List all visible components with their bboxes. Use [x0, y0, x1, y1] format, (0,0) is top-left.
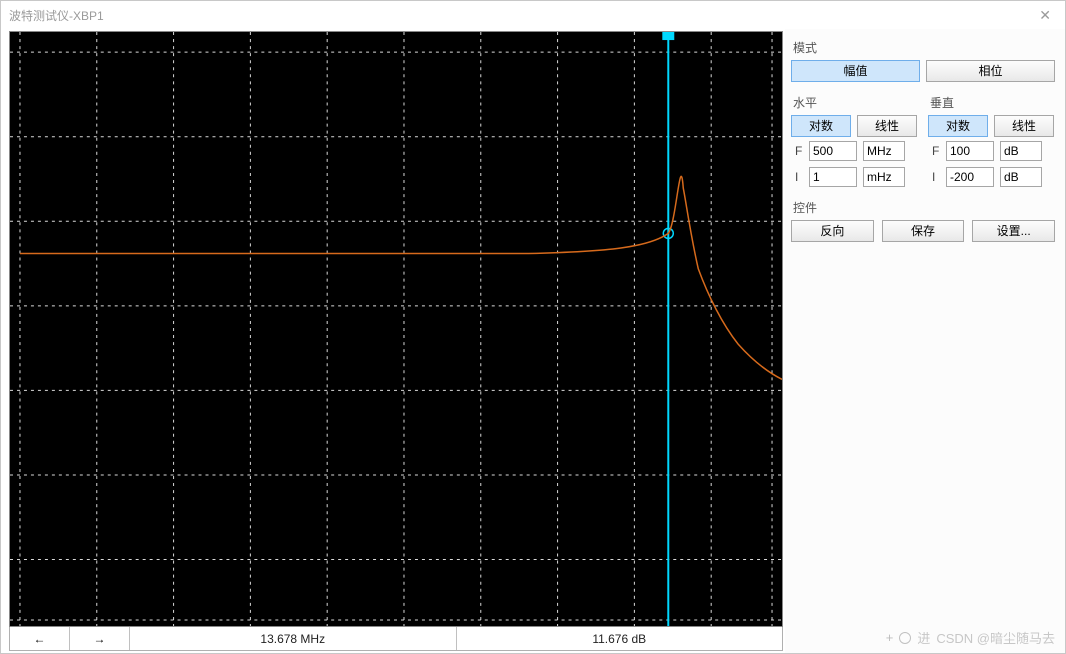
cursor-left-button[interactable]: ←	[10, 627, 70, 650]
h-f-input[interactable]	[809, 141, 857, 161]
v-i-unit[interactable]: dB	[1000, 167, 1042, 187]
mode-magnitude-button[interactable]: 幅值	[791, 60, 920, 82]
h-i-label: I	[793, 165, 805, 189]
window-title: 波特测试仪-XBP1	[9, 7, 104, 24]
content: ← → 13.678 MHz 11.676 dB 模式 幅值 相位 水平 对数 …	[1, 29, 1065, 653]
v-i-label: I	[930, 165, 942, 189]
jin-label: 进	[917, 628, 930, 647]
footer-watermark: + 进 CSDN @暗尘随马去	[886, 628, 1055, 647]
horizontal-table: F MHz I mHz	[791, 137, 909, 191]
plus-icon: +	[886, 630, 894, 645]
left-pane: ← → 13.678 MHz 11.676 dB	[1, 29, 785, 653]
h-f-unit[interactable]: MHz	[863, 141, 905, 161]
h-log-button[interactable]: 对数	[791, 115, 851, 137]
save-button[interactable]: 保存	[882, 220, 965, 242]
h-i-input[interactable]	[809, 167, 857, 187]
right-pane: 模式 幅值 相位 水平 对数 线性 F MHz I	[785, 29, 1065, 653]
plot-area[interactable]	[9, 31, 783, 627]
vertical-table: F dB I dB	[928, 137, 1046, 191]
v-f-input[interactable]	[946, 141, 994, 161]
vertical-label: 垂直	[930, 94, 1055, 111]
controls-label: 控件	[793, 199, 1055, 216]
v-log-button[interactable]: 对数	[928, 115, 988, 137]
horizontal-label: 水平	[793, 94, 918, 111]
horizontal-group: 水平 对数 线性 F MHz I mHz	[791, 90, 918, 191]
cursor-value: 11.676 dB	[457, 627, 783, 650]
v-f-label: F	[930, 139, 942, 163]
h-linear-button[interactable]: 线性	[857, 115, 917, 137]
close-icon[interactable]: ✕	[1033, 5, 1057, 26]
h-i-unit[interactable]: mHz	[863, 167, 905, 187]
settings-button[interactable]: 设置...	[972, 220, 1055, 242]
v-i-input[interactable]	[946, 167, 994, 187]
v-f-unit[interactable]: dB	[1000, 141, 1042, 161]
mode-phase-button[interactable]: 相位	[926, 60, 1055, 82]
bottom-bar: ← → 13.678 MHz 11.676 dB	[9, 627, 783, 651]
h-f-label: F	[793, 139, 805, 163]
bode-plot	[10, 32, 782, 626]
radio-icon[interactable]	[899, 632, 911, 644]
titlebar: 波特测试仪-XBP1 ✕	[1, 1, 1065, 29]
reverse-button[interactable]: 反向	[791, 220, 874, 242]
mode-label: 模式	[793, 39, 1055, 56]
cursor-right-button[interactable]: →	[70, 627, 130, 650]
v-linear-button[interactable]: 线性	[994, 115, 1054, 137]
vertical-group: 垂直 对数 线性 F dB I dB	[928, 90, 1055, 191]
cursor-frequency: 13.678 MHz	[130, 627, 457, 650]
csdn-watermark: CSDN @暗尘随马去	[936, 628, 1055, 647]
